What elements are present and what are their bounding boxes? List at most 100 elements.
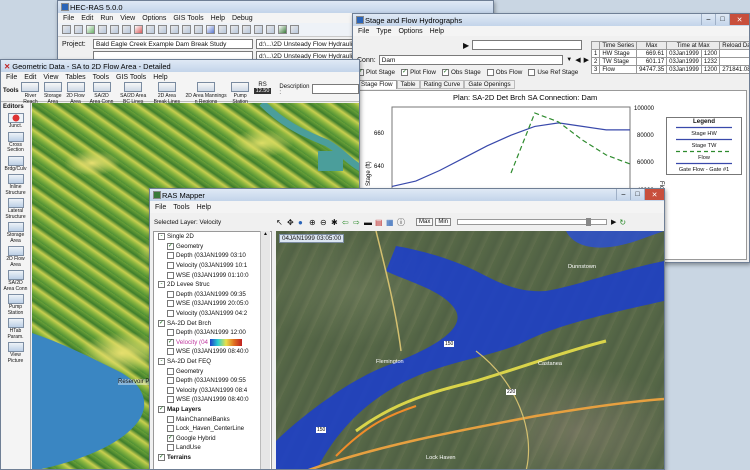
layer-tree-item[interactable]: Velocity (03JAN1999 10:1 [156,261,271,271]
layer-checkbox[interactable] [167,329,174,337]
layer-checkbox[interactable] [167,386,174,394]
check-use-ref-stage[interactable]: Use Ref Stage [528,69,578,76]
menu-help[interactable]: Help [430,28,444,35]
play-icon[interactable]: ▶ [463,41,469,50]
ras-mapper-icon[interactable] [278,25,287,34]
tab-gate-openings[interactable]: Gate Openings [464,80,515,89]
menu-run[interactable]: Run [100,15,113,22]
layer-tree-item[interactable]: Depth (03JAN1999 09:35 [156,290,271,300]
break-lines-button[interactable]: 2D Area Break Lines [150,82,183,105]
layer-tree-item[interactable]: Velocity (03JAN1999 04:2 [156,309,271,319]
layer-tree-item[interactable]: - Single 2D [156,232,271,242]
layer-tree-item[interactable]: Depth (03JAN1999 03:10 [156,251,271,261]
profile-icon[interactable]: ▤ [375,218,386,227]
storage-area-button[interactable]: Storage Area [41,82,64,105]
refresh-icon[interactable]: ↻ [619,218,626,227]
layer-checkbox[interactable]: ✓ [158,319,165,327]
menu-options[interactable]: Options [398,28,422,35]
layer-checkbox[interactable] [167,262,174,270]
layer-tree-item[interactable]: Depth (03JAN1999 09:55 [156,376,271,386]
menu-gis-tools[interactable]: GIS Tools [116,74,146,81]
layer-tree-item[interactable]: Velocity (03JAN1999 08:4 [156,386,271,396]
time-slider[interactable] [457,218,608,226]
checkbox[interactable] [486,69,494,76]
layer-checkbox[interactable] [167,271,174,279]
play-icon[interactable]: ▶ [611,218,616,226]
sa-2d-conn-button[interactable]: SA/2D Area Conn [87,82,116,105]
layer-checkbox[interactable] [167,300,174,308]
menu-gis-tools[interactable]: GIS Tools [173,15,203,22]
tab-stage-flow[interactable]: Stage Flow [357,80,397,89]
open-project-icon[interactable] [62,25,71,34]
table-row[interactable]: 1 HW Stage 669.61 03Jan1999 1200 [590,49,749,58]
editor-storage-area[interactable]: Storage Area [4,222,28,244]
zoom-in-icon[interactable]: ⊕ [309,218,320,227]
editor-htab-param[interactable]: HTab Param. [4,318,28,340]
layer-tree-item[interactable]: MainChannelBanks [156,414,271,424]
hydrograph-titlebar[interactable]: Stage and Flow Hydrographs – □ ✕ [353,14,749,26]
menu-edit[interactable]: Edit [24,74,36,81]
layer-tree-item[interactable]: ✓ Terrains [156,453,271,463]
layer-tree-item[interactable]: WSE (03JAN1999 08:40:0 [156,347,271,357]
layer-checkbox[interactable] [167,252,174,260]
menu-debug[interactable]: Debug [232,15,253,22]
river-reach-button[interactable]: River Reach [19,82,41,105]
check-plot-flow[interactable]: ✓ Plot Flow [401,69,436,76]
layer-tree-item[interactable]: ✓ Geometry [156,242,271,252]
hecras-titlebar[interactable]: HEC-RAS 5.0.0 [58,1,493,13]
menu-help[interactable]: Help [211,15,225,22]
view-profile-icon[interactable] [182,25,191,34]
table-row[interactable]: 2 TW Stage 601.17 03Jan1999 1232 [590,57,749,66]
steady-flow-icon[interactable] [98,25,107,34]
check-plot-stage[interactable]: ✓ Plot Stage [357,69,395,76]
view-errors-icon[interactable] [254,25,263,34]
menu-file[interactable]: File [155,204,166,211]
info-icon[interactable]: ⓘ [397,217,408,228]
layer-tree-item[interactable]: ✓ Map Layers [156,405,271,415]
close-button[interactable]: ✕ [729,14,749,25]
checkbox[interactable]: ✓ [441,69,449,76]
view-xs-icon[interactable] [170,25,179,34]
unsteady-flow-icon[interactable] [110,25,119,34]
max-button[interactable]: Max [416,218,434,226]
tree-scrollbar[interactable]: ▲ [260,231,270,469]
maximize-button[interactable]: □ [715,14,729,25]
view-hydrograph-icon[interactable] [206,25,215,34]
editor-junction[interactable]: Junct. [4,113,28,130]
layer-tree-item[interactable]: Geometry [156,366,271,376]
layer-tree-item[interactable]: -2D Levee Struc [156,280,271,290]
map-view[interactable]: 04JAN1999 03:05:00 Dunnstown Flemington … [276,231,664,469]
menu-view[interactable]: View [43,74,58,81]
editor-bridge-culvert[interactable]: Brdg/Culv [4,155,28,173]
menu-view[interactable]: View [120,15,135,22]
time-slider-thumb[interactable] [586,218,592,226]
layer-checkbox[interactable] [167,290,174,298]
time-slider[interactable] [472,40,583,50]
editor-inline-structure[interactable]: Inline Structure [4,174,28,196]
layer-checkbox[interactable]: - [158,233,165,241]
checkbox[interactable]: ✓ [401,69,409,76]
gis-icon[interactable] [290,25,299,34]
save-project-icon[interactable] [74,25,83,34]
layer-tree-item[interactable]: LandUse [156,443,271,453]
plot-icon[interactable]: ▦ [386,218,397,227]
close-button[interactable]: ✕ [644,189,664,200]
editor-sa-2d-conn[interactable]: SA/2D Area Conn [4,270,28,292]
tab-table[interactable]: Table [396,80,420,89]
layer-checkbox[interactable] [167,377,174,385]
quasi-flow-icon[interactable] [122,25,131,34]
editor-view-picture[interactable]: View Picture [4,342,28,364]
pump-station-button[interactable]: Pump Station [229,82,252,105]
measure-icon[interactable]: ▬ [364,218,375,227]
layer-checkbox[interactable] [167,396,174,404]
layer-checkbox[interactable]: ✓ [158,453,165,461]
geom-titlebar[interactable]: ✕ Geometric Data - SA to 2D Flow Area - … [1,60,359,72]
bc-lines-button[interactable]: SA/2D Area BC Lines [116,82,150,105]
rs-value-field[interactable]: 12.50 [253,88,272,94]
back-arrow-icon[interactable]: ⇦ [342,218,353,227]
tab-rating-curve[interactable]: Rating Curve [419,80,465,89]
editor-pump-station[interactable]: Pump Station [4,294,28,316]
run-steady-icon[interactable] [146,25,155,34]
layer-tree-item[interactable]: WSE (03JAN1999 08:40:0 [156,395,271,405]
editor-lateral-structure[interactable]: Lateral Structure [4,198,28,220]
